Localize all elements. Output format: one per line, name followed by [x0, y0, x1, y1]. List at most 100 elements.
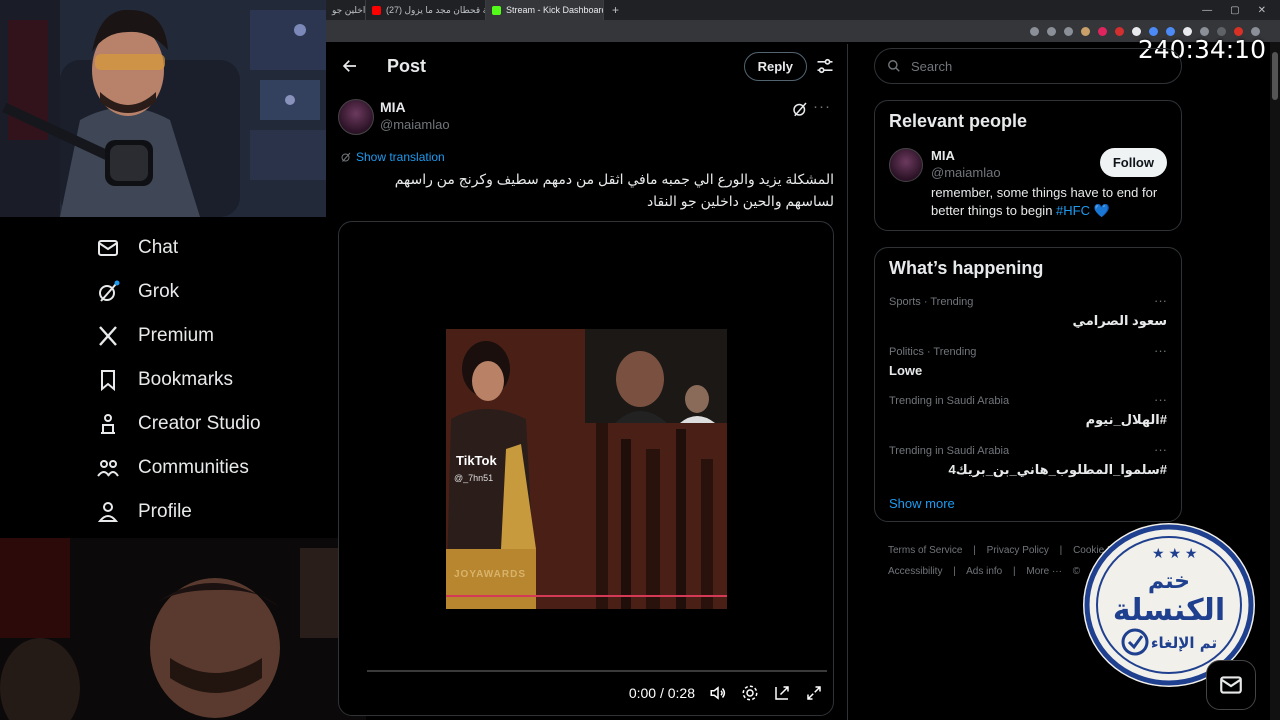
reply-button[interactable]: Reply [743, 51, 807, 81]
footer-separator: | [973, 545, 976, 556]
video-player[interactable]: TikTok @_7hn51 JOYAWARDS 0:00 / 0:28 [338, 221, 834, 716]
author-name[interactable]: MIA [380, 99, 450, 115]
streamer-webcam [0, 0, 326, 217]
nav-item-label: Profile [138, 501, 192, 522]
extension-icon[interactable] [1081, 26, 1090, 36]
extension-icon[interactable] [1030, 26, 1039, 36]
nav-item-chat[interactable]: Chat [96, 226, 261, 270]
messages-button[interactable] [1206, 660, 1256, 710]
stage-sign-text: JOYAWARDS [454, 569, 526, 580]
inset-scene [585, 329, 727, 423]
follow-button[interactable]: Follow [1099, 148, 1167, 177]
trend-item[interactable]: Trending in Saudi Arabia #الهلال_نيوم ··… [889, 386, 1167, 436]
trend-item[interactable]: Trending in Saudi Arabia #سلموا_المطلوب_… [889, 436, 1167, 486]
nav-item-label: Grok [138, 281, 180, 302]
author-handle[interactable]: @maiamlao [380, 117, 450, 132]
avatar[interactable] [338, 99, 374, 135]
footer-separator: | [1059, 545, 1063, 556]
trend-name: سعود الصرامي [1072, 313, 1167, 328]
browser-tab-strip: داخلين جو ✕ (27) شيلة قحطان مجد ما يزول … [326, 0, 1280, 20]
video-controls: 0:00 / 0:28 [629, 684, 823, 702]
footer-link[interactable]: Ads info [966, 566, 1002, 577]
relevant-people-card: Relevant people MIA @maiamlao remember, … [874, 100, 1182, 231]
video-progress-bar[interactable] [367, 670, 827, 672]
search-input[interactable]: Search [874, 48, 1182, 84]
more-options-icon[interactable]: ··· [1154, 293, 1167, 308]
grok-icon[interactable] [791, 100, 809, 118]
footer-link[interactable]: Privacy Policy [987, 545, 1049, 556]
show-more-link[interactable]: Show more [889, 486, 1167, 517]
profile-icon [97, 502, 119, 522]
page-scrollbar[interactable] [1270, 42, 1280, 720]
nav-item-premium[interactable]: Premium [96, 314, 261, 358]
reaction-inset [585, 329, 727, 423]
nav-item-label: Creator Studio [138, 413, 261, 434]
card-title: What’s happening [889, 258, 1044, 278]
trend-item[interactable]: Politics · Trending Lowe ··· [889, 337, 1167, 386]
nav-item-creator-studio[interactable]: Creator Studio [96, 402, 261, 446]
guest-webcam [0, 538, 366, 720]
grok-icon [99, 280, 120, 302]
nav-item-label: Premium [138, 325, 215, 346]
card-title: Relevant people [889, 111, 1028, 131]
nav-item-communities[interactable]: Communities [96, 446, 261, 490]
more-options-icon[interactable]: ··· [1154, 442, 1167, 457]
browser-tab-active[interactable]: Stream - Kick Dashboard ✕ [486, 0, 604, 20]
mail-icon [98, 240, 118, 256]
mail-icon [1220, 676, 1242, 694]
trend-name: #الهلال_نيوم [1085, 412, 1167, 427]
trend-meta: Trending in Saudi Arabia [889, 445, 1010, 457]
trend-item[interactable]: Sports · Trending سعود الصرامي ··· [889, 287, 1167, 337]
nav-item-label: Communities [138, 457, 249, 478]
extension-icon[interactable] [1098, 26, 1107, 36]
star-icon: ★ ★ ★ [1152, 545, 1197, 561]
left-navigation: Chat Grok Premium Bookmarks Creator Stud… [96, 226, 261, 534]
x-logo-icon [99, 326, 117, 346]
bookmark-icon [101, 370, 115, 392]
settings-gear-icon[interactable] [741, 684, 759, 702]
search-icon [888, 60, 900, 72]
more-options-icon[interactable]: ··· [813, 98, 831, 115]
more-options-icon[interactable]: ··· [1154, 343, 1167, 358]
stamp-line1: ختم [1148, 569, 1190, 594]
scrollbar-thumb[interactable] [1272, 52, 1278, 100]
post-author[interactable]: MIA @maiamlao [338, 99, 450, 135]
nav-item-profile[interactable]: Profile [96, 490, 261, 534]
person-bio: remember, some things have to end for be… [931, 184, 1167, 220]
footer-link[interactable]: Accessibility [888, 566, 942, 577]
avatar[interactable] [889, 148, 923, 182]
nav-item-bookmarks[interactable]: Bookmarks [96, 358, 261, 402]
right-sidebar: Search Relevant people MIA @maiamlao rem… [874, 44, 1182, 582]
star-icon[interactable] [1064, 26, 1073, 36]
kick-favicon-icon [492, 5, 501, 15]
bio-hashtag[interactable]: #HFC 💙 [1056, 203, 1110, 218]
creator-studio-icon [101, 414, 115, 434]
browser-tab[interactable]: داخلين جو ✕ [326, 0, 366, 20]
more-options-icon[interactable]: ··· [1154, 392, 1167, 407]
picture-in-picture-icon[interactable] [773, 684, 791, 702]
fullscreen-icon[interactable] [805, 684, 823, 702]
arrow-left-icon [342, 60, 356, 72]
webcam-scene [0, 538, 366, 720]
communities-icon [97, 460, 119, 477]
video-frame[interactable]: TikTok @_7hn51 JOYAWARDS [446, 329, 727, 609]
back-button[interactable] [338, 54, 362, 78]
minimize-icon[interactable]: — [1202, 5, 1212, 16]
trend-meta: Sports · Trending [889, 296, 974, 308]
volume-icon[interactable] [709, 684, 727, 702]
browser-tab[interactable]: (27) شيلة قحطان مجد ما يزول ✕ [366, 0, 486, 20]
footer-link[interactable]: More ··· [1026, 566, 1062, 577]
stamp-line3: تم الإلغاء [1151, 634, 1217, 652]
new-tab-button[interactable]: + [604, 3, 627, 17]
nav-item-grok[interactable]: Grok [96, 270, 261, 314]
filter-settings-icon[interactable] [815, 56, 835, 76]
extension-icon[interactable] [1047, 26, 1056, 36]
show-translation-link[interactable]: Show translation [340, 150, 445, 164]
person-entry[interactable]: MIA @maiamlao remember, some things have… [889, 148, 1167, 220]
maximize-icon[interactable]: ▢ [1230, 5, 1239, 16]
close-window-icon[interactable]: ✕ [1258, 5, 1266, 16]
footer-link[interactable]: Terms of Service [888, 545, 962, 556]
extension-icon[interactable] [1115, 26, 1124, 36]
post-column: Post Reply MIA @maiamlao ··· Show transl… [326, 44, 848, 720]
stamp-line2: الكنسلة [1113, 593, 1225, 628]
